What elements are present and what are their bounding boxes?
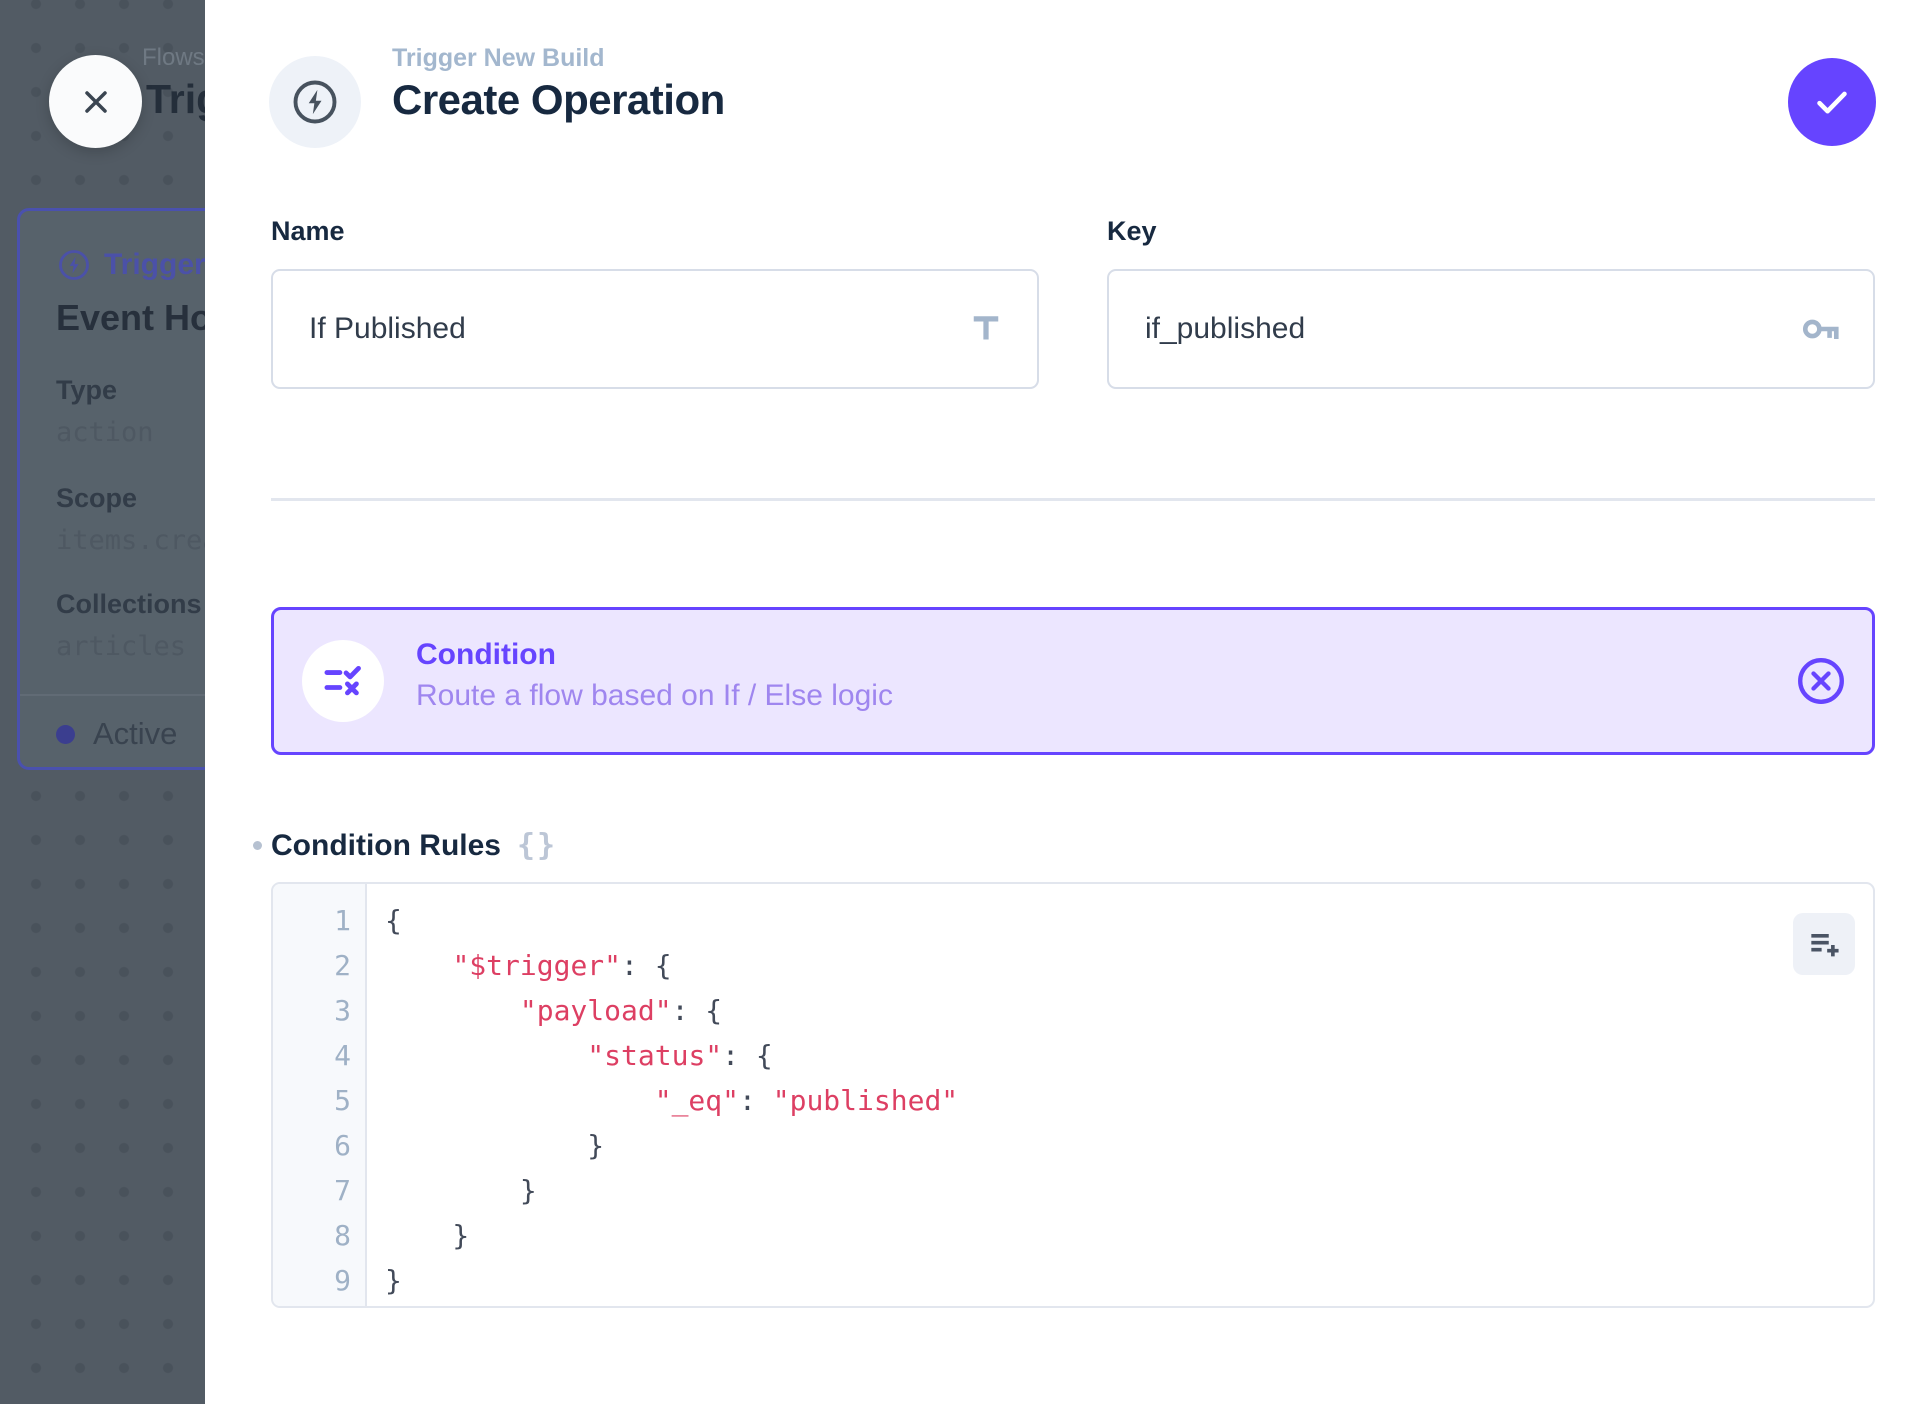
rule-icon xyxy=(302,640,384,722)
name-label: Name xyxy=(271,216,345,247)
condition-rules-label: Condition Rules xyxy=(271,829,501,863)
status-label: Active xyxy=(93,716,177,752)
code-line[interactable]: 3 "payload": { xyxy=(273,988,1873,1033)
drawer-breadcrumb: Trigger New Build xyxy=(392,44,605,73)
editor-code-area[interactable]: 1{2 "$trigger": {3 "payload": {4 "status… xyxy=(273,884,1873,1306)
key-input[interactable] xyxy=(1109,312,1797,346)
key-icon xyxy=(1797,306,1843,352)
template-fill-button[interactable] xyxy=(1793,913,1855,975)
key-label: Key xyxy=(1107,216,1157,247)
page-title: Trigger New Build xyxy=(146,76,205,123)
page-overlay-backdrop[interactable]: Flows Trigger New Build Trigger Event Ho… xyxy=(0,0,205,1404)
trigger-panel[interactable]: Trigger Event Hook Type action Scope ite… xyxy=(17,208,205,770)
remove-operation-button[interactable] xyxy=(1792,652,1850,710)
cancel-circle-icon xyxy=(1792,652,1850,710)
close-icon xyxy=(76,82,116,122)
trigger-panel-title: Event Hook xyxy=(56,297,205,339)
edited-dot-icon xyxy=(253,841,262,850)
code-line[interactable]: 5 "_eq": "published" xyxy=(273,1078,1873,1123)
condition-card-title: Condition xyxy=(416,638,893,672)
code-line[interactable]: 6 } xyxy=(273,1123,1873,1168)
code-line[interactable]: 7 } xyxy=(273,1168,1873,1213)
trigger-collections-value: articles xyxy=(56,631,186,662)
trigger-collections-label: Collections xyxy=(56,589,202,620)
key-field xyxy=(1107,269,1875,389)
trigger-scope-value: items.create xyxy=(56,525,205,556)
condition-rules-editor[interactable]: 1{2 "$trigger": {3 "payload": {4 "status… xyxy=(271,882,1875,1308)
condition-card-subtitle: Route a flow based on If / Else logic xyxy=(416,679,893,713)
section-divider xyxy=(271,498,1875,501)
braces-icon: {} xyxy=(517,828,557,863)
condition-rules-header: Condition Rules {} xyxy=(253,828,557,863)
flow-status-dropdown[interactable]: Active xyxy=(56,716,205,752)
save-operation-button[interactable] xyxy=(1788,58,1876,146)
code-line[interactable]: 2 "$trigger": { xyxy=(273,943,1873,988)
bolt-circle-icon xyxy=(56,247,92,283)
code-line[interactable]: 4 "status": { xyxy=(273,1033,1873,1078)
name-input[interactable] xyxy=(273,312,965,346)
bolt-circle-icon xyxy=(289,76,341,128)
name-field xyxy=(271,269,1039,389)
trigger-type-label: Type xyxy=(56,375,117,406)
code-line[interactable]: 8 } xyxy=(273,1213,1873,1258)
close-drawer-button[interactable] xyxy=(49,55,142,148)
trigger-scope-label: Scope xyxy=(56,483,137,514)
condition-card-text: Condition Route a flow based on If / Els… xyxy=(416,638,893,713)
check-icon xyxy=(1809,79,1855,125)
code-line[interactable]: 9} xyxy=(273,1258,1873,1303)
playlist-add-icon xyxy=(1805,925,1843,963)
condition-operation-card[interactable]: Condition Route a flow based on If / Els… xyxy=(271,607,1875,755)
trigger-type-value: action xyxy=(56,417,154,448)
title-text-icon xyxy=(965,308,1007,350)
operation-header-chip xyxy=(269,56,361,148)
drawer-title: Create Operation xyxy=(392,76,725,124)
trigger-panel-header-label: Trigger xyxy=(104,248,205,282)
trigger-panel-header: Trigger xyxy=(56,247,205,283)
trigger-panel-divider xyxy=(20,694,205,696)
create-operation-drawer: Trigger New Build Create Operation Name … xyxy=(205,0,1906,1404)
status-dot-icon xyxy=(56,725,75,744)
breadcrumb: Flows xyxy=(142,44,205,72)
code-line[interactable]: 1{ xyxy=(273,898,1873,943)
